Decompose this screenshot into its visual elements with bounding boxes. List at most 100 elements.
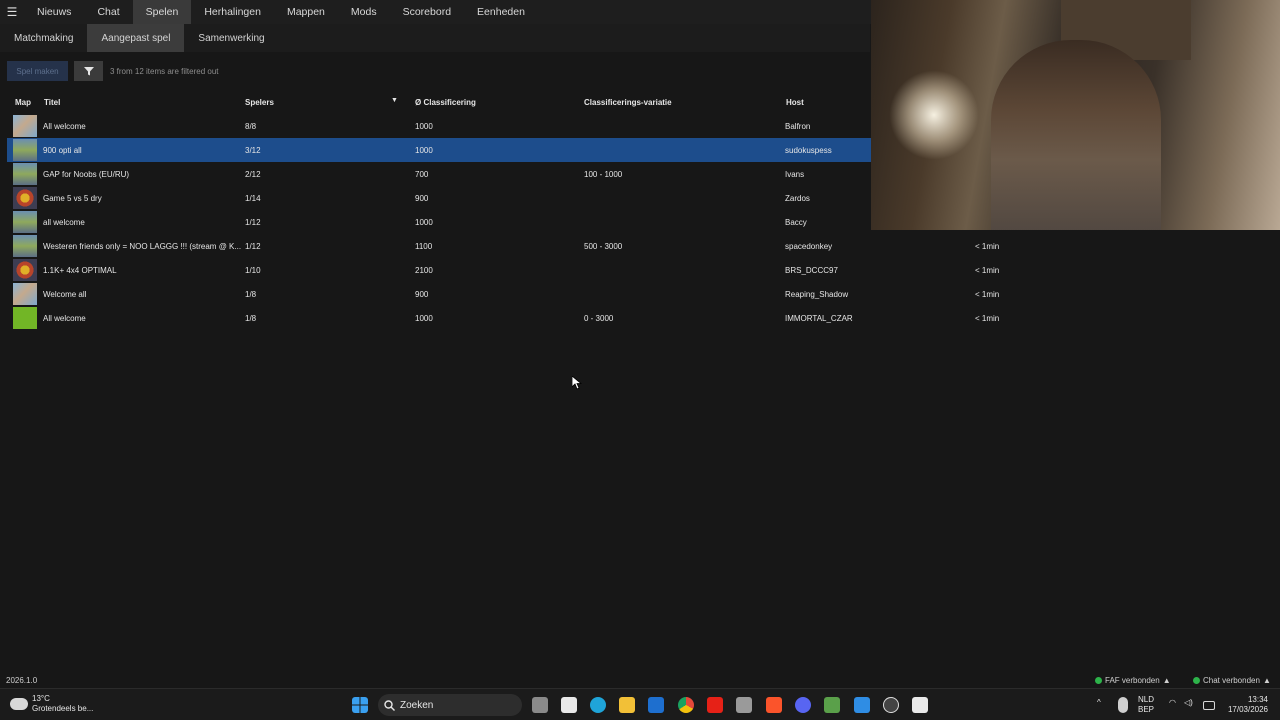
- wifi-icon[interactable]: ◠: [1169, 698, 1176, 708]
- cell-age: < 1min: [975, 242, 1000, 251]
- window-light: [889, 70, 979, 160]
- cell-rating: 900: [415, 290, 429, 299]
- youtube-icon[interactable]: [707, 697, 723, 713]
- map-thumbnail: [13, 307, 37, 329]
- os-taskbar: 13°C Grotendeels be... Zoeken ^ NLD BEP …: [0, 688, 1280, 720]
- table-row[interactable]: Westeren friends only = NOO LAGGG !!! (s…: [7, 234, 1280, 258]
- clock-time: 13:34: [1247, 695, 1268, 704]
- cell-rating: 1100: [415, 242, 433, 251]
- discord-icon[interactable]: [795, 697, 811, 713]
- language-indicator[interactable]: NLD BEP: [1138, 695, 1154, 715]
- cell-title: All welcome: [43, 122, 86, 131]
- tab-eenheden[interactable]: Eenheden: [464, 0, 538, 24]
- cell-title: Game 5 vs 5 dry: [43, 194, 102, 203]
- volume-icon[interactable]: ◁): [1184, 698, 1193, 708]
- faf-status[interactable]: FAF verbonden ▲: [1095, 676, 1171, 685]
- chrome-icon[interactable]: [678, 697, 694, 713]
- weather-condition: Grotendeels be...: [32, 704, 94, 713]
- map-thumbnail: [13, 259, 37, 281]
- sort-desc-icon: ▼: [391, 97, 398, 104]
- cell-players: 1/10: [245, 266, 261, 275]
- file-explorer-icon[interactable]: [619, 697, 635, 713]
- cell-title: Westeren friends only = NOO LAGGG !!! (s…: [43, 242, 242, 251]
- game-app-icon[interactable]: [824, 697, 840, 713]
- cell-rating: 2100: [415, 266, 433, 275]
- battery-icon[interactable]: [1203, 701, 1215, 710]
- menu-icon[interactable]: ☰: [0, 0, 24, 24]
- notepad-icon[interactable]: [912, 697, 928, 713]
- cell-rating-range: 500 - 3000: [584, 242, 623, 251]
- cell-players: 2/12: [245, 170, 261, 179]
- subtab-matchmaking[interactable]: Matchmaking: [0, 24, 87, 52]
- tab-mappen[interactable]: Mappen: [274, 0, 338, 24]
- edge-icon[interactable]: [590, 697, 606, 713]
- tab-nieuws[interactable]: Nieuws: [24, 0, 84, 24]
- microphone-icon[interactable]: [1118, 697, 1128, 713]
- connected-dot-icon: [1095, 677, 1102, 684]
- streamer: [991, 40, 1161, 230]
- table-row[interactable]: All welcome 1/8 1000 0 - 3000 IMMORTAL_CZAR <…: [7, 306, 1280, 330]
- cell-rating: 1000: [415, 122, 433, 131]
- chat-status-label: Chat verbonden: [1203, 676, 1260, 685]
- cell-host: Balfron: [785, 122, 811, 131]
- calculator-icon[interactable]: [736, 697, 752, 713]
- map-thumbnail: [13, 115, 37, 137]
- client-version: 2026.1.0: [6, 676, 38, 685]
- webcam-overlay: [871, 0, 1280, 230]
- cloud-icon: [10, 698, 28, 710]
- weather-widget[interactable]: 13°C Grotendeels be...: [10, 694, 93, 714]
- caret-up-icon: ▲: [1262, 676, 1271, 685]
- search-icon: [384, 699, 395, 711]
- create-game-button[interactable]: Spel maken: [7, 61, 68, 81]
- tray-expand-icon[interactable]: ^: [1097, 698, 1101, 708]
- cell-rating: 1000: [415, 218, 433, 227]
- column-players[interactable]: Spelers: [245, 98, 274, 107]
- map-thumbnail: [13, 163, 37, 185]
- cell-host: Reaping_Shadow: [785, 290, 849, 299]
- tab-mods[interactable]: Mods: [338, 0, 390, 24]
- taskbar-search[interactable]: Zoeken: [378, 694, 522, 716]
- chat-status[interactable]: Chat verbonden ▲: [1193, 676, 1271, 685]
- cell-rating-range: 100 - 1000: [584, 170, 623, 179]
- cell-title: GAP for Noobs (EU/RU): [43, 170, 130, 179]
- column-host[interactable]: Host: [786, 98, 804, 107]
- cell-title: 900 opti all: [43, 146, 82, 155]
- table-row[interactable]: 900 opti all 3/12 1000 sudokuspess: [7, 138, 871, 162]
- tab-spelen[interactable]: Spelen: [132, 0, 192, 24]
- table-row[interactable]: Welcome all 1/8 900 Reaping_Shadow < 1min: [7, 282, 1280, 306]
- cell-rating: 1000: [415, 146, 433, 155]
- filter-button[interactable]: [74, 61, 103, 81]
- column-rating[interactable]: Ø Classificering: [415, 98, 476, 107]
- connected-dot-icon: [1193, 677, 1200, 684]
- subtab-custom-game[interactable]: Aangepast spel: [87, 24, 185, 52]
- clock[interactable]: 13:34 17/03/2026: [1222, 695, 1268, 715]
- cell-host: Baccy: [785, 218, 807, 227]
- cell-host: IMMORTAL_CZAR: [785, 314, 853, 323]
- tab-chat[interactable]: Chat: [84, 0, 132, 24]
- cell-host: sudokuspess: [785, 146, 832, 155]
- keyboard-layout: BEP: [1138, 705, 1155, 714]
- column-map[interactable]: Map: [15, 98, 31, 107]
- cell-host: Ivans: [785, 170, 805, 179]
- cell-players: 3/12: [245, 146, 261, 155]
- map-thumbnail: [13, 187, 37, 209]
- subtab-coop[interactable]: Samenwerking: [184, 24, 278, 52]
- table-row[interactable]: 1.1K+ 4x4 OPTIMAL 1/10 2100 BRS_DCCC97 < 1mi…: [7, 258, 1280, 282]
- cell-host: BRS_DCCC97: [785, 266, 838, 275]
- column-title[interactable]: Titel: [44, 98, 60, 107]
- faf-client-icon[interactable]: [883, 697, 899, 713]
- brave-icon[interactable]: [766, 697, 782, 713]
- sub-nav: Matchmaking Aangepast spel Samenwerking: [0, 24, 870, 52]
- store-icon[interactable]: [561, 697, 577, 713]
- cell-host: spacedonkey: [785, 242, 833, 251]
- column-rating-range[interactable]: Classificerings-variatie: [584, 98, 672, 107]
- map-thumbnail: [13, 139, 37, 161]
- task-view-icon[interactable]: [532, 697, 548, 713]
- tab-scorebord[interactable]: Scorebord: [390, 0, 464, 24]
- cell-rating: 700: [415, 170, 429, 179]
- outlook-icon[interactable]: [648, 697, 664, 713]
- filter-icon: [83, 67, 94, 76]
- settings-app-icon[interactable]: [854, 697, 870, 713]
- tab-herhalingen[interactable]: Herhalingen: [191, 0, 274, 24]
- windows-start-icon[interactable]: [352, 697, 368, 713]
